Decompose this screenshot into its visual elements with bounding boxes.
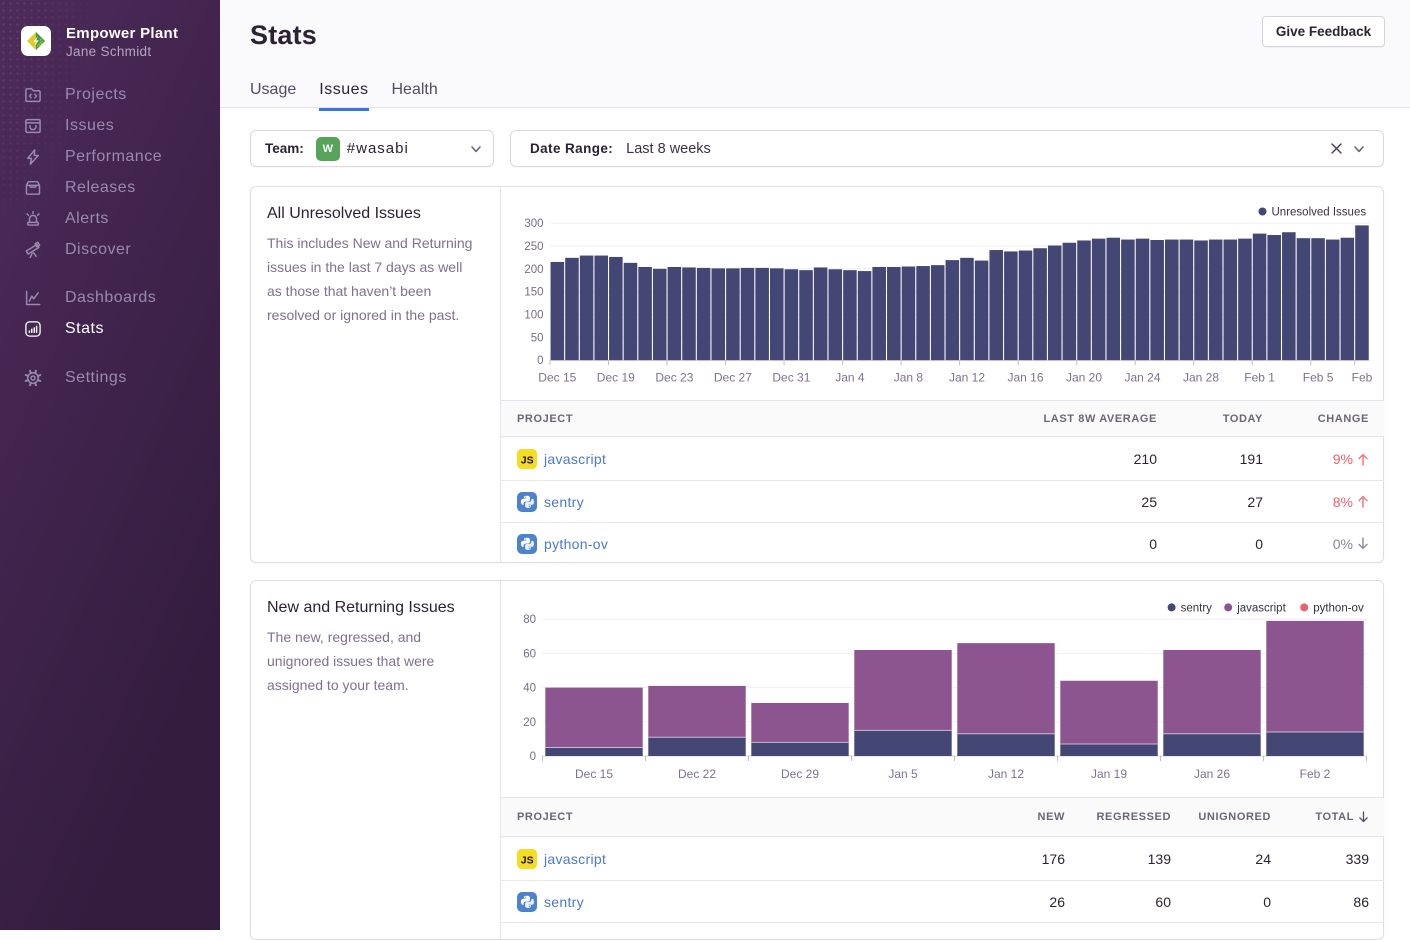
svg-text:Dec 27: Dec 27: [714, 371, 752, 385]
svg-text:Unresolved Issues: Unresolved Issues: [1272, 207, 1367, 219]
svg-text:Dec 19: Dec 19: [597, 371, 635, 385]
svg-text:Jan 12: Jan 12: [988, 767, 1024, 781]
svg-text:100: 100: [524, 310, 543, 322]
svg-text:Jan 20: Jan 20: [1066, 371, 1102, 385]
svg-text:20: 20: [523, 717, 536, 729]
svg-text:150: 150: [524, 287, 543, 299]
svg-text:Jan 8: Jan 8: [894, 371, 924, 385]
svg-text:Jan 5: Jan 5: [888, 767, 918, 781]
svg-text:300: 300: [524, 218, 543, 230]
svg-text:50: 50: [531, 332, 544, 344]
svg-text:Dec 15: Dec 15: [575, 767, 613, 781]
svg-text:Dec 22: Dec 22: [678, 767, 716, 781]
svg-text:250: 250: [524, 241, 543, 253]
svg-text:JS: JS: [521, 854, 534, 866]
svg-text:Jan 12: Jan 12: [949, 371, 985, 385]
svg-text:0: 0: [537, 355, 543, 367]
svg-text:Jan 4: Jan 4: [835, 371, 865, 385]
svg-text:Feb 1: Feb 1: [1244, 371, 1275, 385]
svg-text:Jan 26: Jan 26: [1194, 767, 1230, 781]
svg-text:sentry: sentry: [1181, 602, 1213, 614]
svg-text:Jan 24: Jan 24: [1124, 371, 1160, 385]
svg-text:Dec 15: Dec 15: [538, 371, 576, 385]
svg-text:Dec 23: Dec 23: [655, 371, 693, 385]
svg-text:JS: JS: [521, 455, 534, 467]
svg-text:Feb: Feb: [1352, 371, 1373, 385]
svg-text:Feb 2: Feb 2: [1300, 767, 1331, 781]
svg-text:80: 80: [523, 614, 536, 626]
svg-text:Jan 28: Jan 28: [1183, 371, 1219, 385]
svg-text:Dec 31: Dec 31: [772, 371, 810, 385]
svg-text:40: 40: [523, 683, 536, 695]
svg-text:Jan 16: Jan 16: [1007, 371, 1043, 385]
svg-text:Jan 19: Jan 19: [1091, 767, 1127, 781]
svg-text:200: 200: [524, 264, 543, 276]
svg-text:python-ov: python-ov: [1313, 602, 1364, 614]
svg-text:Feb 5: Feb 5: [1303, 371, 1334, 385]
svg-text:javascript: javascript: [1236, 602, 1286, 614]
svg-text:0: 0: [530, 751, 536, 763]
svg-text:Dec 29: Dec 29: [781, 767, 819, 781]
svg-text:60: 60: [523, 648, 536, 660]
